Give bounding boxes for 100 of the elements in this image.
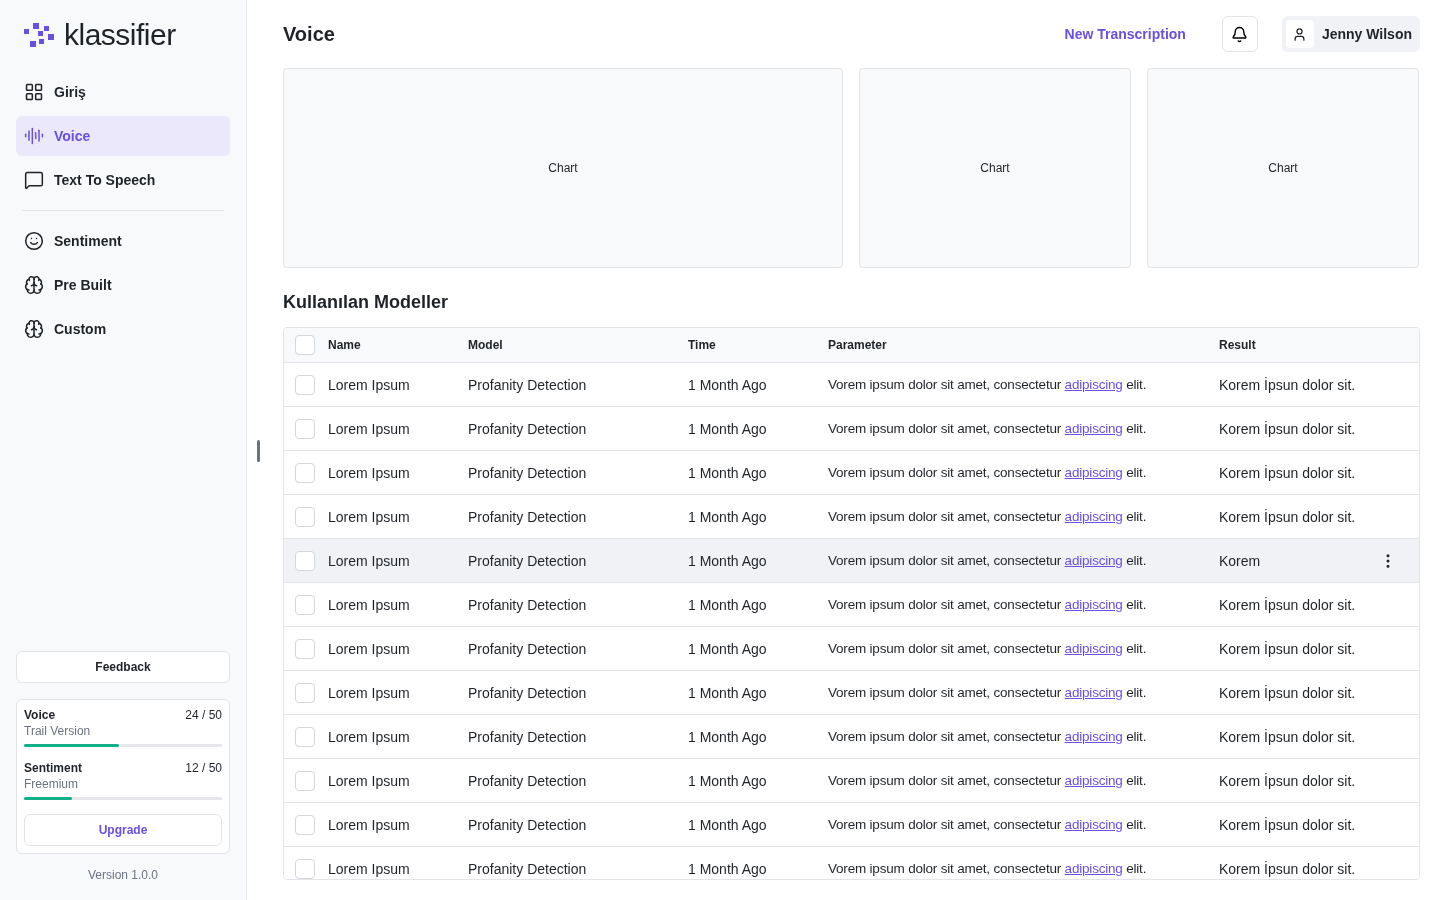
usage-name: Voice — [24, 708, 56, 722]
user-icon — [1292, 26, 1308, 42]
row-checkbox[interactable] — [295, 682, 315, 703]
upgrade-button[interactable]: Upgrade — [24, 814, 222, 846]
row-checkbox[interactable] — [295, 814, 315, 835]
table-cell-text: Lorem Ipsum — [328, 552, 411, 569]
table-cell-text: Profanity Detection — [468, 728, 588, 745]
table-cell-text: Lorem Ipsum — [328, 816, 411, 833]
table-cell-text: Lorem Ipsum — [328, 376, 411, 393]
row-checkbox[interactable] — [295, 858, 315, 879]
nav-item[interactable]: Voice — [16, 116, 230, 156]
waveform-icon — [24, 126, 44, 146]
row-checkbox[interactable] — [295, 462, 315, 483]
table-cell-text: 1 Month Ago — [688, 596, 768, 613]
row-checkbox[interactable] — [295, 726, 315, 747]
parameter-text: Vorem ipsum dolor sit amet, consectetur adipiscing elit. — [828, 421, 1148, 436]
select-all-checkbox[interactable] — [295, 335, 315, 355]
chart-label: Chart — [980, 161, 1010, 175]
table-cell-text: 1 Month Ago — [688, 640, 768, 657]
nav-item[interactable]: Giriş — [16, 72, 230, 112]
inline-link[interactable]: adipiscing — [1064, 465, 1123, 480]
table-cell-text: 1 Month Ago — [688, 772, 768, 789]
table-cell-text: Korem İpsun dolor sit. — [1219, 596, 1357, 613]
row-checkbox[interactable] — [295, 506, 315, 527]
table-cell-text: Profanity Detection — [468, 464, 588, 481]
user-button[interactable]: Jenny Wilson — [1281, 16, 1420, 52]
table-cell-text: 1 Month Ago — [688, 508, 768, 525]
parameter-text: Vorem ipsum dolor sit amet, consectetur adipiscing elit. — [828, 685, 1148, 700]
parameter-text: Vorem ipsum dolor sit amet, consectetur adipiscing elit. — [828, 817, 1148, 832]
table-cell-text: Lorem Ipsum — [328, 596, 411, 613]
new-transcription-link[interactable]: New Transcription — [1064, 26, 1186, 42]
row-checkbox[interactable] — [295, 550, 315, 571]
parameter-text: Vorem ipsum dolor sit amet, consectetur adipiscing elit. — [828, 729, 1148, 744]
brand-name: klassifier — [64, 18, 176, 52]
table-cell-text: Profanity Detection — [468, 376, 588, 393]
table-cell-text: Korem İpsun dolor sit. — [1219, 728, 1357, 745]
row-checkbox[interactable] — [295, 418, 315, 439]
parameter-text: Vorem ipsum dolor sit amet, consectetur adipiscing elit. — [828, 861, 1148, 876]
usage-count: 24 / 50 — [185, 708, 222, 722]
nav-item[interactable]: Pre Built — [16, 265, 230, 305]
table-cell-text: Korem İpsun dolor sit. — [1219, 376, 1357, 393]
inline-link[interactable]: adipiscing — [1064, 641, 1123, 656]
table-cell-text: Profanity Detection — [468, 508, 588, 525]
row-checkbox[interactable] — [295, 770, 315, 791]
section-title: Kullanılan Modeller — [283, 292, 450, 313]
table-cell-text: 1 Month Ago — [688, 860, 768, 877]
page-title: Voice — [283, 22, 336, 46]
table-cell-text: Korem İpsun dolor sit. — [1219, 860, 1357, 877]
inline-link[interactable]: adipiscing — [1064, 597, 1123, 612]
table-row[interactable]: Lorem Ipsum Profanity Detection 1 Month Ago Vorem ipsum dolor sit amet, consectetur adipiscing elit. Korem — [284, 539, 1419, 583]
parameter-text: Vorem ipsum dolor sit amet, consectetur adipiscing elit. — [828, 377, 1148, 392]
parameter-text: Vorem ipsum dolor sit amet, consectetur adipiscing elit. — [828, 773, 1148, 788]
table-cell-text: Lorem Ipsum — [328, 508, 411, 525]
inline-link[interactable]: adipiscing — [1064, 421, 1123, 436]
table-cell-text: Lorem Ipsum — [328, 728, 411, 745]
brain-icon — [24, 319, 44, 339]
inline-link[interactable]: adipiscing — [1064, 817, 1123, 832]
inline-link[interactable]: adipiscing — [1064, 861, 1123, 876]
resize-handle[interactable] — [257, 440, 260, 462]
table-cell-text: Korem İpsun dolor sit. — [1219, 684, 1357, 701]
nav-item[interactable]: Text To Speech — [16, 160, 230, 200]
table-cell-text: 1 Month Ago — [688, 728, 768, 745]
notification-button[interactable] — [1221, 16, 1258, 52]
parameter-text: Vorem ipsum dolor sit amet, consectetur adipiscing elit. — [828, 509, 1148, 524]
inline-link[interactable]: adipiscing — [1064, 509, 1123, 524]
row-checkbox[interactable] — [295, 638, 315, 659]
table-cell-text: Profanity Detection — [468, 420, 588, 437]
plan-name: Freemium — [24, 777, 79, 791]
table-cell-text: Lorem Ipsum — [328, 464, 411, 481]
table-cell-text: Korem İpsun dolor sit. — [1219, 508, 1357, 525]
table-cell-text: Lorem Ipsum — [328, 860, 411, 877]
parameter-text: Vorem ipsum dolor sit amet, consectetur adipiscing elit. — [828, 553, 1148, 568]
table-cell-text: Profanity Detection — [468, 860, 588, 877]
inline-link[interactable]: adipiscing — [1064, 553, 1123, 568]
usage-name: Sentiment — [24, 761, 82, 775]
table-cell-text: Lorem Ipsum — [328, 640, 411, 657]
inline-link[interactable]: adipiscing — [1064, 773, 1123, 788]
row-checkbox[interactable] — [295, 374, 315, 395]
bell-icon — [1231, 25, 1249, 43]
table-cell-text: Lorem Ipsum — [328, 772, 411, 789]
parameter-text: Vorem ipsum dolor sit amet, consectetur adipiscing elit. — [828, 597, 1148, 612]
table-cell-text: 1 Month Ago — [688, 464, 768, 481]
table-cell-text: 1 Month Ago — [688, 376, 768, 393]
nav-item[interactable]: Custom — [16, 309, 230, 349]
column-header: Parameter — [828, 338, 888, 352]
column-header: Name — [328, 338, 362, 352]
table-cell-text: Profanity Detection — [468, 816, 588, 833]
inline-link[interactable]: adipiscing — [1064, 377, 1123, 392]
table-cell-text: 1 Month Ago — [688, 816, 768, 833]
inline-link[interactable]: adipiscing — [1064, 685, 1123, 700]
chart-label: Chart — [548, 161, 578, 175]
row-checkbox[interactable] — [295, 594, 315, 615]
inline-link[interactable]: adipiscing — [1064, 729, 1123, 744]
table-cell-text: Profanity Detection — [468, 684, 588, 701]
nav-item[interactable]: Sentiment — [16, 221, 230, 261]
table-cell-text: Lorem Ipsum — [328, 420, 411, 437]
grid-icon — [24, 82, 44, 102]
table-cell-text: Korem İpsun dolor sit. — [1219, 816, 1357, 833]
feedback-button[interactable]: Feedback — [16, 651, 230, 683]
column-header: Model — [468, 338, 504, 352]
